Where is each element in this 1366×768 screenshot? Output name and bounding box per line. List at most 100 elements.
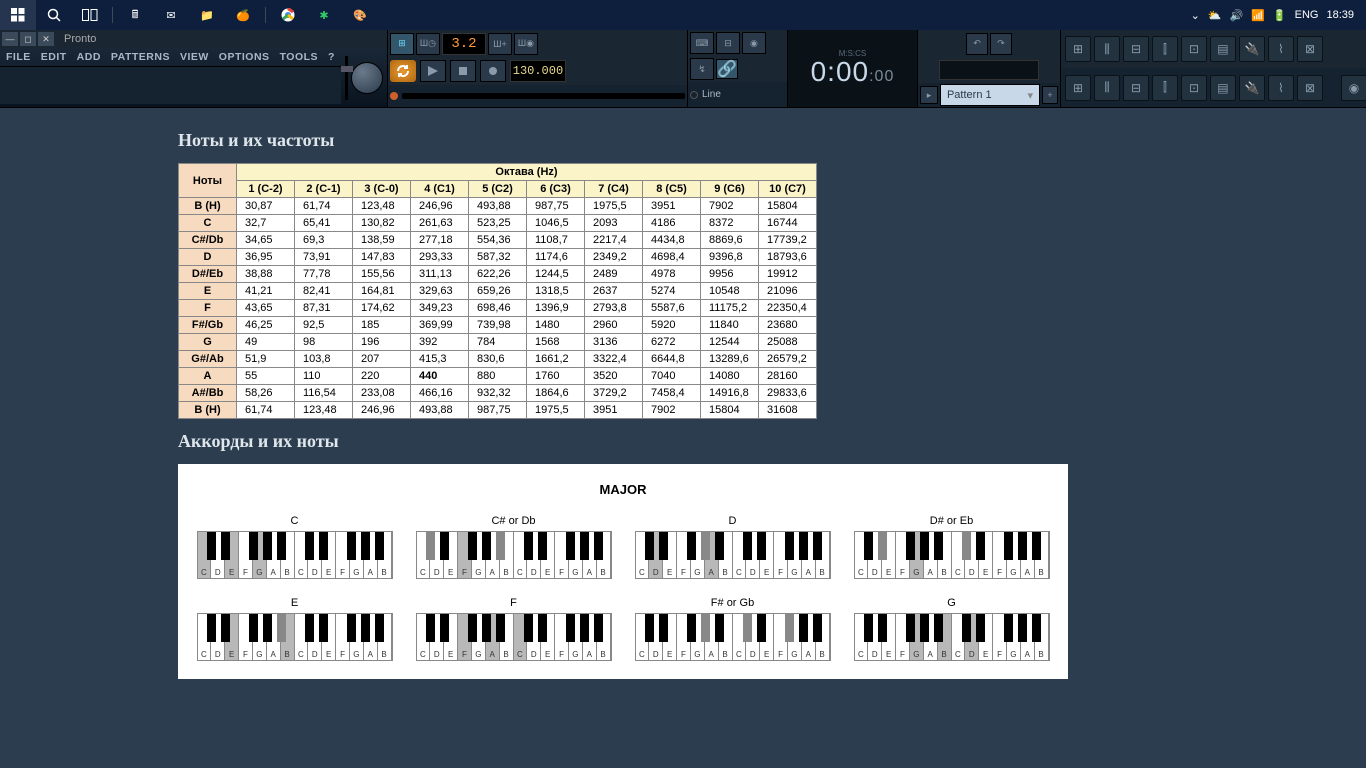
- menu-patterns[interactable]: PATTERNS: [107, 48, 174, 66]
- heading-chords: Аккорды и их ноты: [178, 431, 1350, 452]
- language-indicator[interactable]: ENG: [1295, 9, 1319, 21]
- stop-button[interactable]: [450, 60, 476, 82]
- redo-button[interactable]: ↷: [990, 33, 1012, 55]
- piano-diagram: CDEFGABCDEFGAB: [854, 531, 1050, 579]
- piano-diagram: CDEFGABCDEFGAB: [416, 613, 612, 661]
- frequency-table: НотыОктава (Hz)1 (C-2)2 (C-1)3 (C-0)4 (C…: [178, 163, 817, 419]
- song-position-bar[interactable]: [402, 93, 685, 99]
- heading-frequencies: Ноты и их частоты: [178, 130, 1350, 151]
- tool-b-button[interactable]: ⊠: [1297, 75, 1323, 101]
- snap-label[interactable]: Line: [702, 89, 721, 100]
- mail-icon[interactable]: ✉: [153, 0, 189, 30]
- close-button[interactable]: ✕: [38, 32, 54, 46]
- app-icon-1[interactable]: ✱: [306, 0, 342, 30]
- piano-diagram: CDEFGABCDEFGAB: [197, 613, 393, 661]
- menu-?[interactable]: ?: [324, 48, 339, 66]
- chrome-icon[interactable]: [270, 0, 306, 30]
- link-button[interactable]: 🔗: [716, 59, 738, 79]
- clock[interactable]: 18:39: [1326, 9, 1354, 21]
- visualizer: [939, 60, 1039, 80]
- calculator-icon[interactable]: 🖩: [117, 0, 153, 30]
- chord-f: F CDEFGABCDEFGAB: [415, 597, 612, 661]
- plugin2-button[interactable]: 🔌: [1239, 75, 1265, 101]
- wifi-icon[interactable]: 📶: [1251, 9, 1265, 22]
- step-edit-button[interactable]: ⊟: [716, 32, 740, 54]
- menu-view[interactable]: VIEW: [176, 48, 213, 66]
- chord-section-title: MAJOR: [196, 482, 1050, 497]
- channel-rack-button[interactable]: ▤: [1210, 36, 1236, 62]
- add-pattern-button[interactable]: +: [1042, 86, 1058, 104]
- fl-studio-icon[interactable]: 🍊: [225, 0, 261, 30]
- tempo-tap-button[interactable]: ⌇: [1268, 36, 1294, 62]
- chord-label: G: [947, 597, 956, 609]
- menu-options[interactable]: OPTIONS: [215, 48, 274, 66]
- task-view-icon[interactable]: [72, 0, 108, 30]
- countdown-button[interactable]: Ш+: [488, 33, 512, 55]
- menu-bar: FILEEDITADDPATTERNSVIEWOPTIONSTOOLS?: [0, 48, 341, 66]
- chord-label: C# or Db: [491, 515, 535, 527]
- search-icon[interactable]: [36, 0, 72, 30]
- content-area[interactable]: Ноты и их частоты НотыОктава (Hz)1 (C-2)…: [0, 108, 1350, 768]
- chord-label: F# or Gb: [711, 597, 754, 609]
- window-title: Pronto: [56, 31, 104, 47]
- record-button[interactable]: [480, 60, 506, 82]
- pattern-selector[interactable]: Pattern 1▾: [940, 84, 1040, 106]
- chord-label: E: [291, 597, 298, 609]
- explorer-icon[interactable]: 📁: [189, 0, 225, 30]
- playlist-button[interactable]: ⊞: [1065, 36, 1091, 62]
- view-pianoroll-button[interactable]: ⊟: [1123, 75, 1149, 101]
- stepseq-button[interactable]: ⫼: [1094, 36, 1120, 62]
- menu-file[interactable]: FILE: [2, 48, 35, 66]
- view-browser-button[interactable]: ⊡: [1181, 75, 1207, 101]
- weather-icon[interactable]: ⛅: [1208, 9, 1222, 22]
- refresh-button[interactable]: [390, 60, 416, 82]
- chord-e: E CDEFGABCDEFGAB: [196, 597, 393, 661]
- battery-icon[interactable]: 🔋: [1273, 9, 1287, 22]
- snap-button[interactable]: ↯: [690, 58, 714, 80]
- maximize-button[interactable]: ◻: [20, 32, 36, 46]
- piano-diagram: CDEFGABCDEFGAB: [854, 613, 1050, 661]
- master-volume-knob[interactable]: [351, 62, 383, 94]
- chord-doreb: D# or Eb CDEFGABCDEFGAB: [853, 515, 1050, 579]
- chord-cordb: C# or DbCDEFGABCDEFGAB: [415, 515, 612, 579]
- view-channel-button[interactable]: ▤: [1210, 75, 1236, 101]
- close-all-button[interactable]: ⊠: [1297, 36, 1323, 62]
- chord-label: F: [510, 597, 517, 609]
- plugin-button[interactable]: 🔌: [1239, 36, 1265, 62]
- rec-indicator-icon: [390, 92, 398, 100]
- menu-edit[interactable]: EDIT: [37, 48, 71, 66]
- chord-g: G CDEFGABCDEFGAB: [853, 597, 1050, 661]
- piano-diagram: CDEFGABCDEFGAB: [635, 531, 831, 579]
- play-button[interactable]: [420, 60, 446, 82]
- volume-icon[interactable]: 🔊: [1230, 9, 1244, 22]
- tray-chevron-icon[interactable]: ⌄: [1191, 9, 1200, 22]
- browser-button[interactable]: ⊡: [1181, 36, 1207, 62]
- pattern-display[interactable]: 3.2: [442, 33, 486, 55]
- minimize-button[interactable]: —: [2, 32, 18, 46]
- menu-add[interactable]: ADD: [73, 48, 105, 66]
- typing-keyboard-button[interactable]: ⌨: [690, 32, 714, 54]
- loop-rec-button[interactable]: Ш◉: [514, 33, 538, 55]
- view-mixer-button[interactable]: ⫿: [1152, 75, 1178, 101]
- menu-tools[interactable]: TOOLS: [276, 48, 322, 66]
- view-playlist-button[interactable]: ⊞: [1065, 75, 1091, 101]
- bpm-display[interactable]: 130.000: [510, 60, 566, 82]
- song-mode-toggle[interactable]: ▸: [920, 86, 938, 104]
- chord-panel: MAJOR CCDEFGABCDEFGABC# or DbCDEFGABCDEF…: [178, 464, 1068, 679]
- metronome-button[interactable]: Ш◷: [416, 33, 440, 55]
- tool-a-button[interactable]: ⌇: [1268, 75, 1294, 101]
- mixer-button[interactable]: ⫿: [1152, 36, 1178, 62]
- start-button[interactable]: [0, 0, 36, 30]
- pianoroll-button[interactable]: ⊟: [1123, 36, 1149, 62]
- time-display[interactable]: 0:00:00: [811, 56, 895, 88]
- view-stepseq-button[interactable]: ⫼: [1094, 75, 1120, 101]
- paint-icon[interactable]: 🎨: [342, 0, 378, 30]
- chord-forgb: F# or GbCDEFGABCDEFGAB: [634, 597, 831, 661]
- rec-settings-button[interactable]: ◉: [1341, 75, 1366, 101]
- chord-label: D# or Eb: [930, 515, 973, 527]
- pattern-mode-button[interactable]: ⊞: [390, 33, 414, 55]
- undo-button[interactable]: ↶: [966, 33, 988, 55]
- midi-button[interactable]: ◉: [742, 32, 766, 54]
- chord-label: D: [729, 515, 737, 527]
- master-pitch-slider[interactable]: [345, 56, 348, 100]
